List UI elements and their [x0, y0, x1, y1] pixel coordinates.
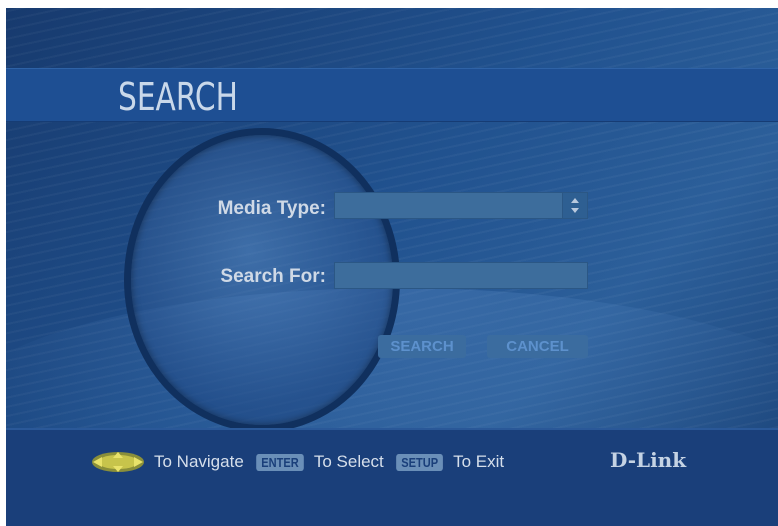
cancel-button[interactable]: CANCEL	[487, 335, 588, 358]
page-title: SEARCH	[118, 75, 238, 119]
search-for-label: Search For:	[220, 266, 326, 287]
search-button[interactable]: SEARCH	[378, 335, 466, 358]
up-down-arrows-icon[interactable]	[562, 192, 588, 219]
setup-key-badge: SETUP	[395, 453, 443, 471]
media-type-label: Media Type:	[217, 198, 326, 219]
exit-hint: To Exit	[453, 452, 505, 471]
footer-bar: To Navigate ENTER To Select SETUP To Exi…	[6, 428, 778, 526]
dlink-logo: D-Link	[610, 448, 687, 472]
navigate-hint: To Navigate	[154, 452, 244, 471]
title-bar: SEARCH	[6, 68, 778, 122]
select-hint: To Select	[313, 452, 384, 471]
key-hints: To Navigate ENTER To Select SETUP To Exi…	[90, 448, 512, 476]
search-for-input[interactable]	[334, 262, 588, 289]
media-type-select[interactable]	[334, 192, 564, 219]
search-screen: SEARCH Media Type: Search For: SEARCH CA…	[6, 8, 778, 526]
enter-key-badge: ENTER	[255, 453, 304, 471]
directional-pad-icon	[92, 452, 144, 472]
